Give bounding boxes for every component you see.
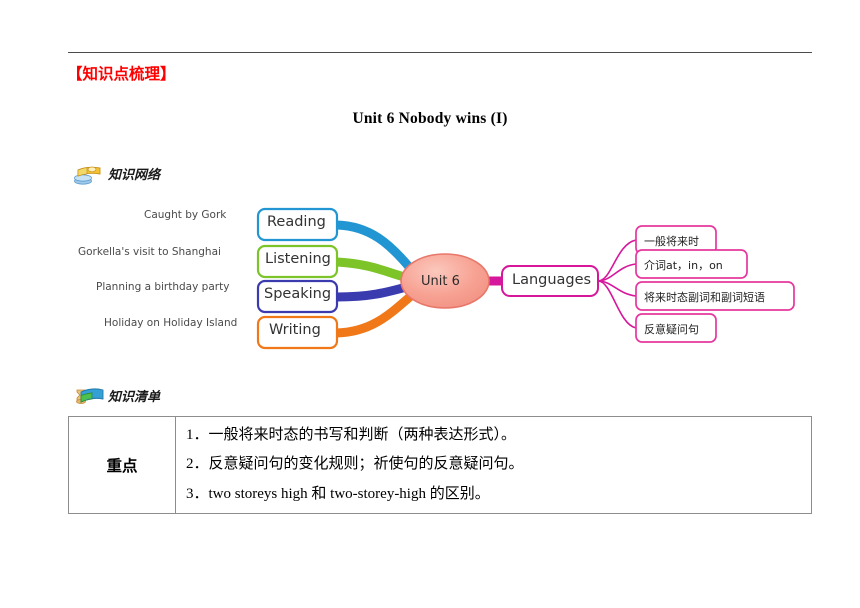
table-row: 重点 1．一般将来时态的书写和判断（两种表达形式）。 2．反意疑问句的变化规则；… bbox=[68, 416, 812, 514]
mindmap-item-label-3: 反意疑问句 bbox=[644, 323, 699, 336]
mindmap-leaf-label-speaking: Planning a birthday party bbox=[96, 281, 230, 293]
section-heading-label: 知识网络 bbox=[108, 166, 161, 182]
mindmap-center-label: Unit 6 bbox=[421, 274, 460, 289]
mindmap-leaf-label-writing: Holiday on Holiday Island bbox=[104, 317, 238, 329]
mindmap-item-label-0: 一般将来时 bbox=[644, 235, 699, 248]
mindmap-node-label-speaking: Speaking bbox=[264, 286, 332, 302]
section-heading-label: 知识清单 bbox=[108, 388, 161, 404]
mindmap-item-label-1: 介词at，in，on bbox=[644, 259, 723, 272]
table-row-value: 1．一般将来时态的书写和判断（两种表达形式）。 2．反意疑问句的变化规则；祈使句… bbox=[175, 416, 812, 514]
page-title: Unit 6 Nobody wins (I) bbox=[352, 110, 508, 127]
mindmap-node-label-listening: Listening bbox=[265, 251, 331, 267]
mindmap-diagram: Caught by Gork Gorkella's visit to Shang… bbox=[60, 196, 820, 366]
section-heading-knowledge-network: 知识网络 bbox=[74, 160, 160, 186]
books-hourglass-icon bbox=[74, 382, 104, 408]
table-row-key: 重点 bbox=[68, 416, 176, 514]
mindmap-languages-label: Languages bbox=[512, 272, 592, 288]
fact-line: 2．反意疑问句的变化规则；祈使句的反意疑问句。 bbox=[186, 456, 524, 473]
fact-line: 3．two storeys high 和 two-storey-high 的区别… bbox=[186, 485, 490, 502]
mindmap-right-connectors bbox=[597, 239, 637, 329]
mindmap-node-label-writing: Writing bbox=[269, 322, 321, 338]
fact-line: 1．一般将来时态的书写和判断（两种表达形式）。 bbox=[186, 427, 517, 443]
mindmap-node-label-reading: Reading bbox=[267, 214, 326, 230]
header-divider bbox=[68, 52, 812, 53]
page-section-heading: 【知识点梳理】 bbox=[67, 65, 176, 83]
books-stack-icon bbox=[74, 160, 104, 186]
mindmap-leaf-label-listening: Gorkella's visit to Shanghai bbox=[78, 246, 221, 258]
mindmap-item-label-2: 将来时态副词和副词短语 bbox=[644, 291, 765, 304]
mindmap-leaf-label-reading: Caught by Gork bbox=[144, 209, 227, 221]
key-points-table: 重点 1．一般将来时态的书写和判断（两种表达形式）。 2．反意疑问句的变化规则；… bbox=[68, 416, 812, 514]
section-heading-knowledge-checklist: 知识清单 bbox=[74, 382, 160, 408]
